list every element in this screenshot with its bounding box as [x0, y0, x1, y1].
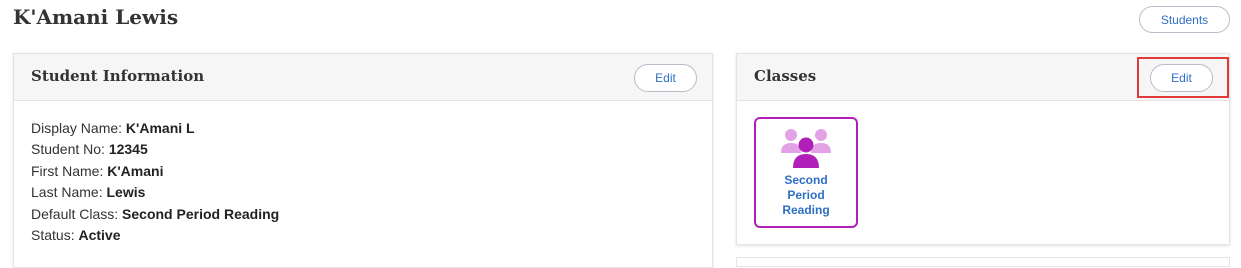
class-name: Second Period Reading — [782, 173, 830, 217]
page-title: K'Amani Lewis — [13, 5, 179, 29]
partial-card — [736, 257, 1230, 267]
info-label: Display Name: — [31, 120, 126, 136]
info-row-last-name: Last Name: Lewis — [31, 182, 279, 203]
classes-header: Classes Edit — [737, 54, 1229, 101]
info-value: K'Amani L — [125, 120, 195, 136]
classes-title: Classes — [754, 67, 817, 85]
info-row-status: Status: Active — [31, 225, 279, 246]
group-icon — [781, 129, 831, 168]
info-label: First Name: — [31, 162, 108, 179]
info-value: Active — [78, 227, 121, 244]
info-label: Status: — [31, 227, 79, 244]
info-label: Student No: — [31, 141, 109, 158]
student-information-header: Student Information Edit — [14, 54, 712, 101]
info-row-student-no: Student No: 12345 — [31, 139, 279, 160]
info-row-display-name: Display Name: K'Amani L — [31, 118, 279, 139]
student-information-title: Student Information — [31, 67, 205, 85]
edit-classes-button[interactable]: Edit — [1150, 64, 1213, 92]
info-label: Default Class: — [31, 205, 123, 222]
info-value: Second Period Reading — [122, 205, 280, 222]
edit-student-button[interactable]: Edit — [634, 64, 697, 92]
info-value: Lewis — [106, 184, 146, 201]
student-info-list: Display Name: K'Amani L Student No: 1234… — [31, 118, 279, 246]
info-label: Last Name: — [31, 184, 107, 201]
info-value: K'Amani — [107, 162, 164, 179]
class-tile[interactable]: Second Period Reading — [754, 117, 858, 228]
info-value: 12345 — [108, 141, 148, 158]
classes-card: Classes Edit Second Period Reading — [736, 53, 1230, 245]
students-button[interactable]: Students — [1139, 6, 1230, 33]
info-row-first-name: First Name: K'Amani — [31, 161, 279, 182]
student-information-card: Student Information Edit Display Name: K… — [13, 53, 713, 268]
info-row-default-class: Default Class: Second Period Reading — [31, 204, 279, 225]
